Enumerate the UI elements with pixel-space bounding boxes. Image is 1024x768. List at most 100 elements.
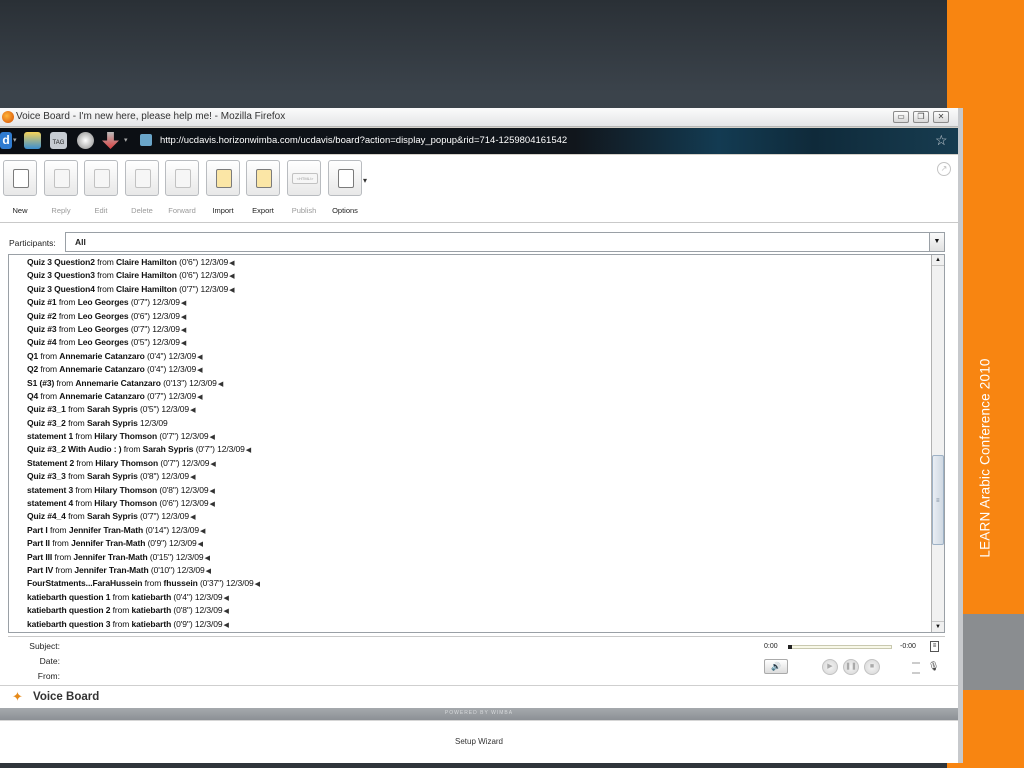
audio-icon[interactable]: ◀	[181, 300, 186, 307]
playhead[interactable]	[788, 645, 792, 649]
list-item[interactable]: katiebarth question 1 from katiebarth (0…	[27, 591, 917, 604]
list-item[interactable]: Quiz 3 Question4 from Claire Hamilton (0…	[27, 283, 917, 296]
audio-icon[interactable]: ◀	[197, 394, 202, 401]
list-item[interactable]: Quiz 3 Question3 from Claire Hamilton (0…	[27, 269, 917, 282]
download-arrow-icon[interactable]	[102, 132, 119, 149]
list-item[interactable]: Part III from Jennifer Tran-Math (0'15")…	[27, 551, 917, 564]
message-title: Q4	[27, 390, 39, 401]
list-item[interactable]: Quiz #3_3 from Sarah Sypris (0'8") 12/3/…	[27, 470, 917, 483]
list-item[interactable]: Quiz #3 from Leo Georges (0'7") 12/3/09◀	[27, 323, 917, 336]
audio-icon[interactable]: ◀	[206, 568, 211, 575]
audio-icon[interactable]: ◀	[224, 608, 229, 615]
setup-wizard-link[interactable]: Setup Wizard	[0, 737, 958, 746]
audio-icon[interactable]: ◀	[181, 314, 186, 321]
list-item[interactable]: Part I from Jennifer Tran-Math (0'14") 1…	[27, 524, 917, 537]
audio-icon[interactable]: ◀	[200, 528, 205, 535]
dropdown-arrow-icon[interactable]: ▾	[13, 136, 17, 144]
microphone-icon[interactable]: 🎙	[928, 661, 939, 672]
playback-progress-bar[interactable]	[788, 645, 892, 649]
scroll-down-icon[interactable]: ▼	[932, 621, 944, 632]
maximize-button[interactable]: ❐	[913, 111, 929, 123]
audio-icon[interactable]: ◀	[255, 581, 260, 588]
play-icon[interactable]: ▶	[822, 659, 838, 675]
list-item[interactable]: statement 3 from Hilary Thomson (0'8") 1…	[27, 484, 917, 497]
audio-icon[interactable]: ◀	[205, 555, 210, 562]
dropdown-arrow-icon[interactable]: ▾	[124, 136, 128, 144]
site-favicon-icon	[140, 134, 152, 146]
audio-icon[interactable]: ◀	[190, 474, 195, 481]
audio-icon[interactable]: ◀	[224, 622, 229, 629]
list-item[interactable]: katiebarth question 3 from katiebarth (0…	[27, 618, 917, 631]
list-item[interactable]: Quiz #2 from Leo Georges (0'6") 12/3/09◀	[27, 310, 917, 323]
list-item[interactable]: Quiz #3_2 from Sarah Sypris 12/3/09	[27, 417, 917, 430]
delicious-icon[interactable]: d	[0, 132, 12, 149]
audio-icon[interactable]: ◀	[198, 541, 203, 548]
volume-icon[interactable]: 🔊	[764, 659, 788, 674]
audio-icon[interactable]: ◀	[209, 488, 214, 495]
close-button[interactable]: ✕	[933, 111, 949, 123]
message-meta: (0'4") 12/3/09	[147, 364, 197, 375]
scroll-up-icon[interactable]: ▲	[932, 255, 944, 266]
list-item[interactable]: Part IV from Jennifer Tran-Math (0'10") …	[27, 564, 917, 577]
list-item[interactable]: Quiz #3_2 With Audio : ) from Sarah Sypr…	[27, 443, 917, 456]
audio-icon[interactable]: ◀	[246, 447, 251, 454]
list-item[interactable]: Q1 from Annemarie Catanzaro (0'4") 12/3/…	[27, 350, 917, 363]
home-icon[interactable]	[77, 132, 94, 149]
audio-icon[interactable]: ◀	[209, 434, 214, 441]
player-menu-icon[interactable]: ≡	[930, 641, 939, 652]
list-item[interactable]: Quiz #1 from Leo Georges (0'7") 12/3/09◀	[27, 296, 917, 309]
list-item[interactable]: Quiz #4_4 from Sarah Sypris (0'7") 12/3/…	[27, 510, 917, 523]
list-item[interactable]: Q2 from Annemarie Catanzaro (0'4") 12/3/…	[27, 363, 917, 376]
audio-icon[interactable]: ◀	[181, 327, 186, 334]
publish-button[interactable]: <HTML/> Publish	[286, 160, 322, 218]
bookmark-icon[interactable]	[24, 132, 41, 149]
audio-icon[interactable]: ◀	[209, 501, 214, 508]
audio-icon[interactable]: ◀	[197, 354, 202, 361]
export-button[interactable]: Export	[245, 160, 281, 218]
audio-icon[interactable]: ◀	[190, 514, 195, 521]
audio-icon[interactable]: ◀	[218, 381, 223, 388]
url-bar[interactable]: http://ucdavis.horizonwimba.com/ucdavis/…	[138, 132, 698, 149]
options-button[interactable]: ▾ Options	[327, 160, 367, 218]
delete-button[interactable]: Delete	[124, 160, 160, 218]
edit-button[interactable]: Edit	[83, 160, 119, 218]
chevron-down-icon[interactable]: ▼	[929, 233, 944, 251]
list-item[interactable]: Q4 from Annemarie Catanzaro (0'7") 12/3/…	[27, 390, 917, 403]
participants-select[interactable]: All ▼	[65, 232, 945, 252]
audio-icon[interactable]: ◀	[229, 287, 234, 294]
list-item[interactable]: statement 4 from Hilary Thomson (0'6") 1…	[27, 497, 917, 510]
forward-icon	[175, 169, 191, 188]
forward-button[interactable]: Forward	[164, 160, 200, 218]
list-scrollbar[interactable]: ▲ ≡ ▼	[931, 255, 944, 632]
export-icon	[256, 169, 272, 188]
list-item[interactable]: Part II from Jennifer Tran-Math (0'9") 1…	[27, 537, 917, 550]
bookmark-star-icon[interactable]: ☆	[935, 132, 948, 149]
list-item[interactable]: FourStatments...FaraHussein from fhussei…	[27, 577, 917, 590]
list-item[interactable]: Quiz 3 Question2 from Claire Hamilton (0…	[27, 256, 917, 269]
dropdown-arrow-icon: ▾	[363, 176, 368, 185]
minimize-button[interactable]: ▭	[893, 111, 909, 123]
reply-button[interactable]: Reply	[43, 160, 79, 218]
tag-icon[interactable]: TAG	[50, 132, 67, 149]
stop-icon[interactable]: ■	[864, 659, 880, 675]
url-text[interactable]: http://ucdavis.horizonwimba.com/ucdavis/…	[160, 135, 567, 146]
audio-icon[interactable]: ◀	[197, 367, 202, 374]
list-item[interactable]: Quiz #4 from Leo Georges (0'5") 12/3/09◀	[27, 336, 917, 349]
audio-icon[interactable]: ◀	[190, 407, 195, 414]
scroll-thumb[interactable]: ≡	[932, 455, 944, 545]
audio-icon[interactable]: ◀	[181, 340, 186, 347]
audio-icon[interactable]: ◀	[229, 273, 234, 280]
popout-icon[interactable]: ↗	[937, 162, 951, 176]
list-item[interactable]: Quiz #3_1 from Sarah Sypris (0'5") 12/3/…	[27, 403, 917, 416]
audio-icon[interactable]: ◀	[224, 595, 229, 602]
audio-icon[interactable]: ◀	[229, 260, 234, 267]
list-item[interactable]: S1 (#3) from Annemarie Catanzaro (0'13")…	[27, 377, 917, 390]
list-item[interactable]: Statement 2 from Hilary Thomson (0'7") 1…	[27, 457, 917, 470]
import-button[interactable]: Import	[205, 160, 241, 218]
list-item[interactable]: katiebarth question 2 from katiebarth (0…	[27, 604, 917, 617]
pause-icon[interactable]: ❚❚	[843, 659, 859, 675]
new-button[interactable]: New	[2, 160, 38, 218]
list-item[interactable]: statement 1 from Hilary Thomson (0'7") 1…	[27, 430, 917, 443]
audio-icon[interactable]: ◀	[210, 461, 215, 468]
from-word: from	[40, 364, 58, 375]
